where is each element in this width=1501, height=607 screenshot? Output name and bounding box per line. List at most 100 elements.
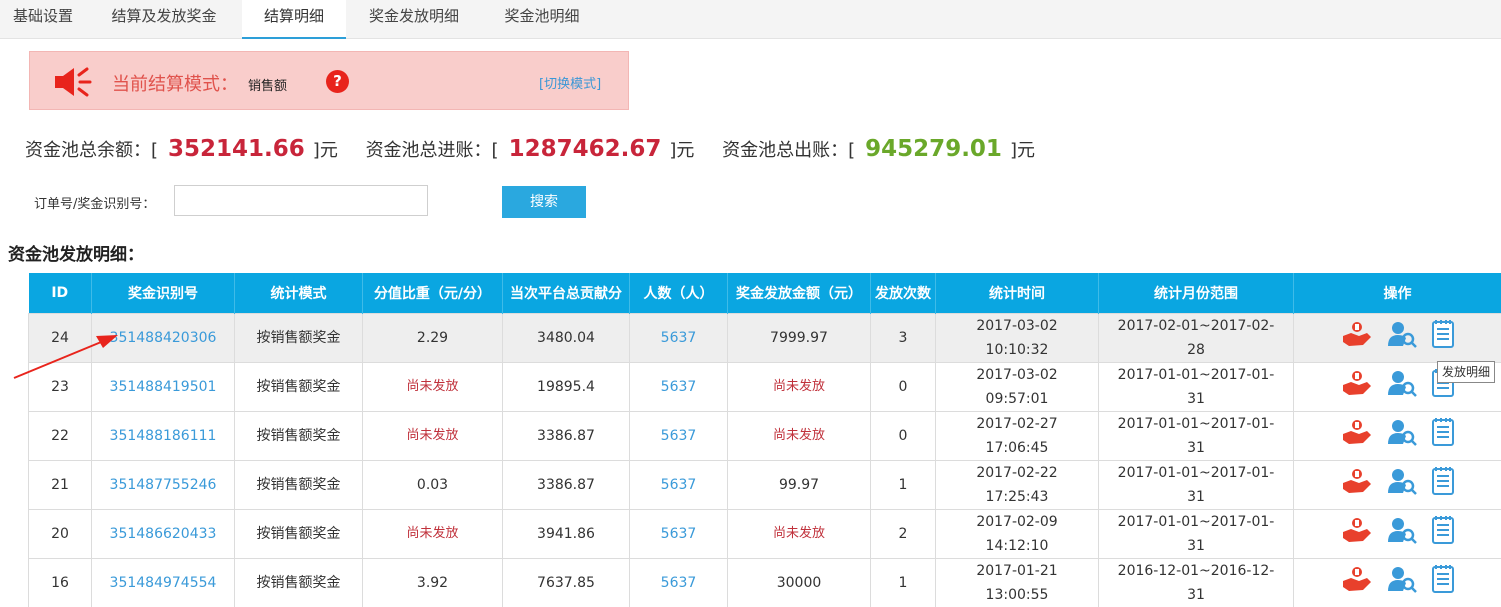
cell-ratio: 尚未发放 (362, 508, 503, 559)
cell-code[interactable]: 351487755246 (91, 459, 235, 510)
hand-coin-icon[interactable] (1341, 320, 1373, 356)
col-id: ID (28, 273, 92, 313)
cell-amount: 尚未发放 (727, 508, 871, 559)
document-list-icon[interactable] (1431, 466, 1455, 504)
tooltip-payout-detail: 发放明细 (1437, 361, 1495, 383)
cell-people[interactable]: 5637 (629, 508, 728, 559)
user-search-icon[interactable] (1387, 369, 1417, 405)
cell-mode: 按销售额奖金 (234, 361, 363, 412)
cell-code[interactable]: 351488186111 (91, 410, 235, 461)
cell-time: 2017-02-22 17:25:43 (935, 459, 1099, 510)
document-list-icon[interactable] (1431, 319, 1455, 357)
cell-range: 2017-01-01~2017-01-31 (1098, 508, 1294, 559)
cell-people[interactable]: 5637 (629, 557, 728, 607)
pool-balance: 资金池总余额：[352141.66]元 (25, 136, 338, 162)
user-search-icon[interactable] (1387, 516, 1417, 552)
cell-code[interactable]: 351486620433 (91, 508, 235, 559)
col-people: 人数（人） (629, 273, 728, 313)
cell-people[interactable]: 5637 (629, 312, 728, 363)
cell-people[interactable]: 5637 (629, 459, 728, 510)
cell-score: 3480.04 (502, 312, 630, 363)
balance-label: 资金池总余额：[ (25, 140, 159, 161)
cell-times: 0 (870, 361, 936, 412)
pool-summary: 资金池总余额：[352141.66]元 资金池总进账：[1287462.67]元… (25, 136, 1057, 162)
cell-code[interactable]: 351488419501 (91, 361, 235, 412)
switch-mode-link[interactable]: [切换模式] (539, 73, 601, 92)
outgo-value: 945279.01 (865, 136, 1002, 162)
document-list-icon[interactable] (1431, 417, 1455, 455)
cell-time: 2017-02-27 17:06:45 (935, 410, 1099, 461)
cell-mode: 按销售额奖金 (234, 312, 363, 363)
table-row: 22 351488186111 按销售额奖金 尚未发放 3386.87 5637 尚未发放 0… (28, 410, 1501, 461)
income-label: 资金池总进账：[ (365, 140, 499, 161)
amount-value: 尚未发放 (772, 526, 825, 541)
cell-score: 19895.4 (502, 361, 630, 412)
table-header-row: ID 奖金识别号 统计模式 分值比重（元/分） 当次平台总贡献分 人数（人） 奖… (28, 273, 1501, 313)
ratio-value: 尚未发放 (406, 428, 459, 443)
user-search-icon[interactable] (1387, 467, 1417, 503)
ratio-value: 2.29 (416, 329, 449, 346)
document-list-icon[interactable] (1431, 564, 1455, 602)
tab-settle-and-pay[interactable]: 结算及发放奖金 (86, 0, 242, 39)
tab-settlement-detail[interactable]: 结算明细 (242, 0, 346, 39)
hand-coin-icon[interactable] (1341, 369, 1373, 405)
document-list-icon[interactable] (1431, 515, 1455, 553)
people-count-link[interactable]: 5637 (661, 526, 697, 542)
cell-id: 24 (28, 312, 92, 363)
bonus-code-link[interactable]: 351488420306 (110, 330, 217, 346)
search-input[interactable] (174, 185, 428, 216)
cell-ops (1293, 459, 1501, 510)
cell-times: 1 (870, 557, 936, 607)
help-icon[interactable]: ? (326, 70, 349, 93)
hand-coin-icon[interactable] (1341, 418, 1373, 454)
hand-coin-icon[interactable] (1341, 516, 1373, 552)
pool-income: 资金池总进账：[1287462.67]元 (366, 136, 695, 162)
col-ratio: 分值比重（元/分） (362, 273, 503, 313)
cell-score: 3941.86 (502, 508, 630, 559)
cell-code[interactable]: 351488420306 (91, 312, 235, 363)
cell-people[interactable]: 5637 (629, 361, 728, 412)
cell-people[interactable]: 5637 (629, 410, 728, 461)
cell-code[interactable]: 351484974554 (91, 557, 235, 607)
ratio-value: 3.92 (416, 574, 449, 591)
search-button[interactable]: 搜索 (502, 186, 586, 218)
bonus-code-link[interactable]: 351488419501 (110, 379, 217, 395)
people-count-link[interactable]: 5637 (661, 330, 697, 346)
hand-coin-icon[interactable] (1341, 467, 1373, 503)
tab-bar: 基础设置 结算及发放奖金 结算明细 奖金发放明细 奖金池明细 (0, 0, 1501, 39)
col-time: 统计时间 (935, 273, 1099, 313)
cell-id: 22 (28, 410, 92, 461)
ratio-value: 尚未发放 (406, 379, 459, 394)
cell-mode: 按销售额奖金 (234, 459, 363, 510)
people-count-link[interactable]: 5637 (661, 477, 697, 493)
bonus-code-link[interactable]: 351488186111 (110, 428, 217, 444)
people-count-link[interactable]: 5637 (661, 575, 697, 591)
cell-times: 2 (870, 508, 936, 559)
cell-time: 2017-02-09 14:12:10 (935, 508, 1099, 559)
cell-amount: 30000 (727, 557, 871, 607)
bonus-code-link[interactable]: 351487755246 (110, 477, 217, 493)
user-search-icon[interactable] (1387, 565, 1417, 601)
hand-coin-icon[interactable] (1341, 565, 1373, 601)
amount-value: 30000 (776, 574, 822, 591)
cell-ops (1293, 508, 1501, 559)
cell-ops (1293, 312, 1501, 363)
cell-time: 2017-03-02 09:57:01 (935, 361, 1099, 412)
cell-times: 0 (870, 410, 936, 461)
table-row: 16 351484974554 按销售额奖金 3.92 7637.85 5637 30000… (28, 557, 1501, 607)
col-amount: 奖金发放金额（元） (727, 273, 871, 313)
bonus-code-link[interactable]: 351486620433 (110, 526, 217, 542)
bonus-code-link[interactable]: 351484974554 (110, 575, 217, 591)
cell-id: 21 (28, 459, 92, 510)
mode-label: 当前结算模式： (112, 74, 238, 95)
tab-basic-settings[interactable]: 基础设置 (0, 0, 86, 39)
balance-value: 352141.66 (168, 136, 305, 162)
people-count-link[interactable]: 5637 (661, 428, 697, 444)
user-search-icon[interactable] (1387, 320, 1417, 356)
amount-value: 7999.97 (770, 329, 828, 346)
pool-outgo: 资金池总出账：[945279.01]元 (722, 136, 1035, 162)
people-count-link[interactable]: 5637 (661, 379, 697, 395)
tab-bonus-pool-detail[interactable]: 奖金池明细 (482, 0, 602, 39)
tab-bonus-payout-detail[interactable]: 奖金发放明细 (346, 0, 482, 39)
user-search-icon[interactable] (1387, 418, 1417, 454)
